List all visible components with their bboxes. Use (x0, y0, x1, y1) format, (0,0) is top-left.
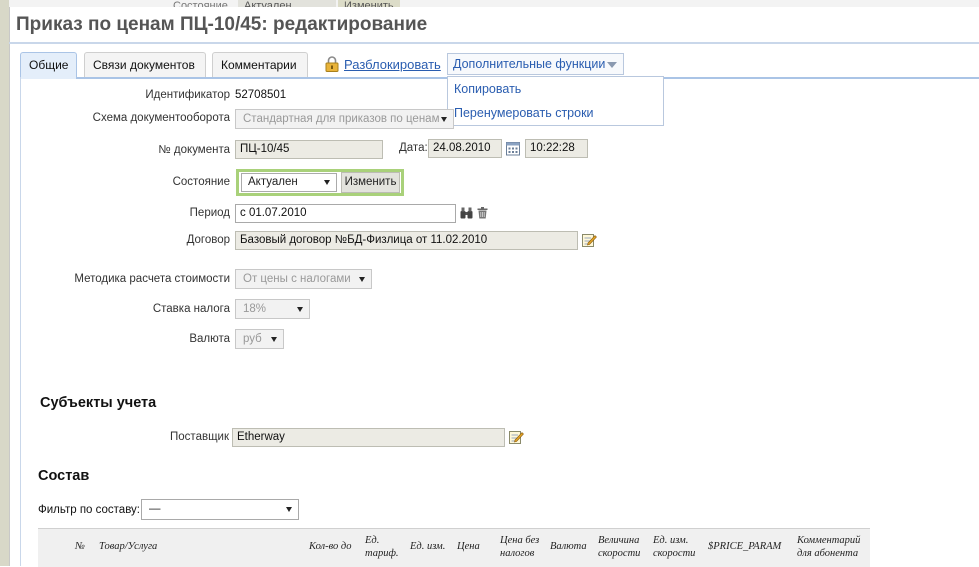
column-header[interactable]: Величина скорости (598, 534, 648, 560)
content-left-border (20, 77, 21, 566)
menu-item-copy[interactable]: Копировать (454, 82, 521, 96)
background-page-edge (0, 0, 9, 566)
caret-down-icon (441, 117, 447, 122)
column-header[interactable]: Цена без налогов (500, 534, 546, 560)
method-select-value: От цены с налогами (243, 273, 351, 285)
filter-label: Фильтр по составу: (38, 504, 141, 516)
change-state-button[interactable]: Изменить (341, 172, 400, 193)
workflow-select[interactable]: Стандартная для приказов по ценам (235, 109, 454, 129)
edit-form-icon[interactable] (582, 233, 597, 247)
caret-down-icon (324, 180, 330, 185)
supplier-field[interactable]: Etherway (232, 428, 505, 447)
currency-select[interactable]: руб (235, 329, 284, 349)
subjects-heading: Субъекты учета (40, 395, 157, 411)
docnum-field[interactable]: ПЦ-10/45 (235, 140, 383, 159)
method-label: Методика расчета стоимости (74, 273, 230, 285)
time-field[interactable]: 10:22:28 (525, 139, 588, 158)
column-header[interactable]: $PRICE_PARAM (708, 540, 781, 553)
state-select[interactable]: Актуален (241, 173, 337, 192)
composition-heading: Состав (38, 468, 90, 484)
period-field[interactable]: с 01.07.2010 (235, 204, 456, 223)
title-divider (9, 42, 979, 44)
caret-down-icon (271, 337, 277, 342)
more-functions-label: Дополнительные функции (453, 57, 606, 71)
tab-comments-label: Комментарии (221, 58, 297, 72)
workflow-label: Схема документооборота (92, 112, 230, 124)
column-header[interactable]: Кол-во до (309, 540, 352, 553)
column-header[interactable]: Валюта (550, 540, 587, 553)
column-header[interactable]: Ед. изм. скорости (653, 534, 703, 560)
docnum-label: № документа (158, 144, 230, 156)
tax-label: Ставка налога (152, 303, 230, 315)
caret-down-icon (359, 277, 365, 282)
page-title: Приказ по ценам ПЦ-10/45: редактирование (16, 14, 428, 35)
workflow-select-value: Стандартная для приказов по ценам (243, 113, 440, 125)
contract-field[interactable]: Базовый договор №БД-Физлица от 11.02.201… (235, 231, 578, 250)
tab-comments[interactable]: Комментарии (212, 52, 308, 77)
tab-document-links[interactable]: Связи документов (84, 52, 206, 77)
caret-down-icon (297, 307, 303, 312)
calendar-icon[interactable] (506, 141, 521, 156)
currency-select-value: руб (243, 333, 262, 345)
unlock-link[interactable]: Разблокировать (344, 57, 441, 72)
tab-general[interactable]: Общие (20, 52, 77, 79)
tab-document-links-label: Связи документов (93, 58, 195, 72)
supplier-label: Поставщик (170, 431, 229, 443)
menu-item-renumber-rows[interactable]: Перенумеровать строки (454, 106, 594, 120)
edit-form-icon[interactable] (509, 430, 524, 444)
chevron-down-icon (607, 62, 617, 68)
state-group: Актуален Изменить (236, 169, 404, 196)
state-select-value: Актуален (248, 176, 298, 188)
period-label: Период (189, 207, 230, 219)
date-field[interactable]: 24.08.2010 (428, 139, 502, 158)
filter-select-value: — (149, 503, 161, 515)
trash-icon[interactable] (477, 207, 488, 219)
method-select[interactable]: От цены с налогами (235, 269, 372, 289)
tax-select-value: 18% (243, 303, 267, 315)
contract-label: Договор (186, 234, 230, 246)
id-value: 52708501 (235, 89, 287, 101)
tab-general-label: Общие (29, 58, 69, 72)
date-label: Дата: (399, 142, 428, 154)
column-header[interactable]: Цена (457, 540, 480, 553)
filter-select[interactable]: — (141, 499, 299, 520)
lock-icon[interactable] (325, 56, 339, 72)
id-label: Идентификатор (145, 89, 230, 101)
currency-label: Валюта (189, 333, 230, 345)
caret-down-icon (286, 507, 292, 512)
binoculars-icon[interactable] (460, 207, 473, 219)
more-functions-dropdown[interactable]: Дополнительные функции (447, 53, 624, 75)
column-header[interactable]: Ед. тариф. (365, 534, 405, 560)
state-label: Состояние (172, 176, 230, 188)
tax-select[interactable]: 18% (235, 299, 310, 319)
column-header[interactable]: Товар/Услуга (99, 540, 157, 553)
column-header[interactable]: № (75, 540, 85, 553)
column-header[interactable]: Ед. изм. (410, 540, 445, 553)
more-functions-menu: Копировать Перенумеровать строки (447, 76, 664, 126)
column-header[interactable]: Комментарий для абонента (797, 534, 867, 560)
